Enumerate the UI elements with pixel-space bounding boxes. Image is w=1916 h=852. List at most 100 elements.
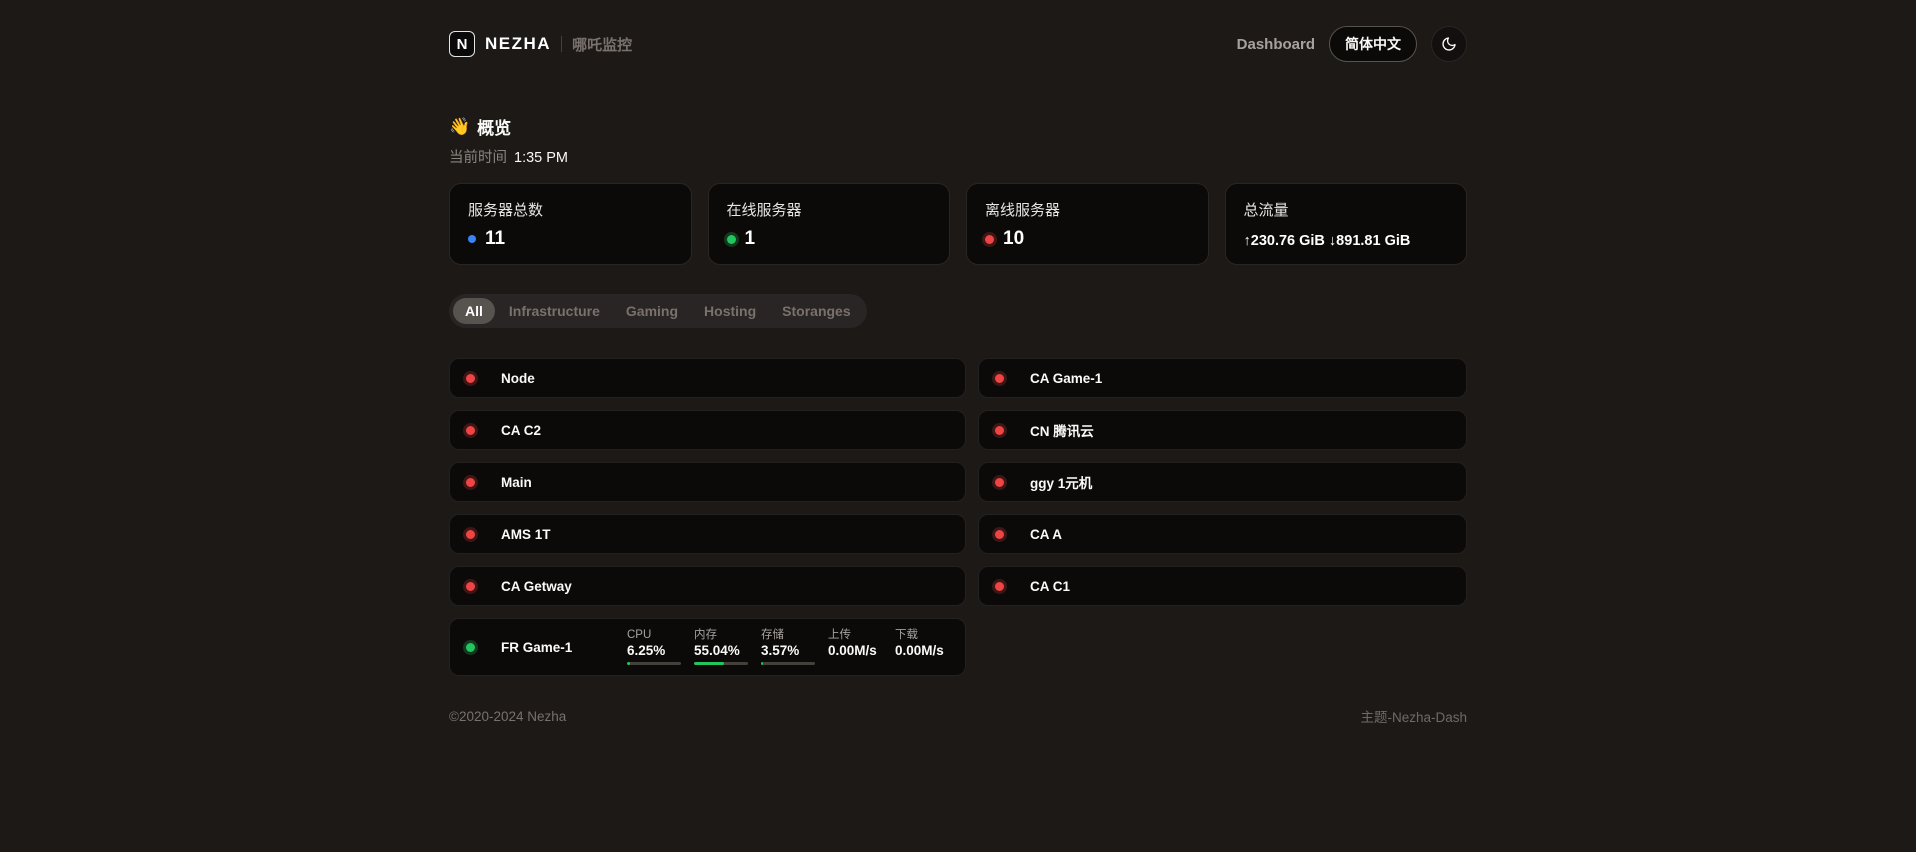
server-metrics: CPU6.25%内存55.04%存储3.57%上传0.00M/s下载0.00M/… (627, 629, 949, 666)
server-row[interactable]: CA A (978, 514, 1467, 554)
progress-bar-fill (761, 662, 763, 665)
tab-gaming[interactable]: Gaming (614, 298, 690, 324)
current-time-label: 当前时间 (449, 146, 507, 167)
stat-card-value: 11 (485, 228, 505, 250)
server-row[interactable]: CA Game-1 (978, 358, 1467, 398)
stat-card-value-row: 10 (985, 228, 1190, 250)
offline-status-dot (466, 582, 475, 591)
metric-cell: 上传0.00M/s (828, 629, 882, 659)
server-name: CN 腾讯云 (1030, 420, 1156, 440)
server-name: Main (501, 475, 627, 490)
stat-card-value-row: ↑230.76 GiB ↓891.81 GiB (1244, 233, 1449, 249)
metric-label: 下载 (895, 629, 949, 643)
logo-subtitle: 哪吒监控 (572, 34, 632, 55)
tab-all[interactable]: All (453, 298, 495, 324)
server-name: ggy 1元机 (1030, 472, 1156, 492)
server-row[interactable]: AMS 1T (449, 514, 966, 554)
tab-storanges[interactable]: Storanges (770, 298, 862, 324)
offline-status-dot (995, 582, 1004, 591)
stat-card-label: 服务器总数 (468, 199, 673, 220)
server-name: CA Game-1 (1030, 371, 1156, 386)
footer: ©2020-2024 Nezha 主题-Nezha-Dash (449, 706, 1467, 726)
stat-card-2: 离线服务器 10 (966, 183, 1209, 265)
theme-toggle-button[interactable] (1431, 26, 1467, 62)
stat-card-0: 服务器总数 11 (449, 183, 692, 265)
page-title-text: 概览 (477, 114, 511, 139)
server-row[interactable]: FR Game-1CPU6.25%内存55.04%存储3.57%上传0.00M/… (449, 618, 966, 676)
server-name: Node (501, 371, 627, 386)
stat-card-value: 1 (745, 228, 756, 250)
red-status-dot (985, 235, 994, 244)
stat-card-1: 在线服务器 1 (708, 183, 951, 265)
page-container: N NEZHA 哪吒监控 Dashboard 简体中文 👋 概览 当前时间 (449, 0, 1467, 726)
metric-cell: 存储3.57% (761, 629, 815, 666)
metric-label: 上传 (828, 629, 882, 643)
green-status-dot (727, 235, 736, 244)
server-name: AMS 1T (501, 527, 627, 542)
progress-bar (627, 662, 681, 665)
moon-icon (1441, 36, 1457, 52)
metric-value: 6.25% (627, 643, 681, 658)
server-row[interactable]: ggy 1元机 (978, 462, 1467, 502)
stats-grid: 服务器总数 11 在线服务器 1 离线服务器 10 总流量 ↑230.76 GiB ↓891.… (449, 183, 1467, 265)
stat-card-label: 离线服务器 (985, 199, 1190, 220)
stat-card-label: 总流量 (1244, 199, 1449, 220)
tab-infrastructure[interactable]: Infrastructure (497, 298, 612, 324)
offline-status-dot (995, 426, 1004, 435)
current-time: 当前时间 1:35 PM (449, 146, 1467, 167)
progress-bar-fill (627, 662, 630, 665)
offline-status-dot (995, 374, 1004, 383)
metric-label: 内存 (694, 629, 748, 643)
theme-credit-link[interactable]: 主题-Nezha-Dash (1360, 706, 1467, 726)
server-row[interactable]: CN 腾讯云 (978, 410, 1467, 450)
server-filter-tabs: AllInfrastructureGamingHostingStoranges (449, 294, 867, 328)
server-name: CA C1 (1030, 579, 1156, 594)
server-row[interactable]: CA C2 (449, 410, 966, 450)
offline-status-dot (466, 426, 475, 435)
server-row[interactable]: CA C1 (978, 566, 1467, 606)
brand[interactable]: N NEZHA 哪吒监控 (449, 31, 632, 57)
nav-dashboard-link[interactable]: Dashboard (1237, 36, 1315, 53)
metric-label: CPU (627, 629, 681, 643)
server-name: FR Game-1 (501, 640, 627, 655)
blue-status-dot (468, 235, 476, 243)
current-time-value: 1:35 PM (514, 150, 568, 166)
server-name: CA A (1030, 527, 1156, 542)
metric-value: 0.00M/s (895, 643, 949, 658)
metric-cell: 内存55.04% (694, 629, 748, 666)
stat-card-value-row: 11 (468, 228, 673, 250)
metric-value: 55.04% (694, 643, 748, 658)
header-right: Dashboard 简体中文 (1237, 26, 1467, 62)
stat-card-value-row: 1 (727, 228, 932, 250)
stat-card-value: 10 (1003, 228, 1024, 250)
page-title: 👋 概览 (449, 114, 1467, 139)
offline-status-dot (466, 530, 475, 539)
metric-value: 0.00M/s (828, 643, 882, 658)
progress-bar (761, 662, 815, 665)
metric-cell: 下载0.00M/s (895, 629, 949, 659)
server-row[interactable]: Node (449, 358, 966, 398)
brand-divider (561, 36, 562, 52)
nezha-logo-icon: N (449, 31, 475, 57)
overview-section: 👋 概览 当前时间 1:35 PM (449, 114, 1467, 167)
offline-status-dot (995, 530, 1004, 539)
offline-status-dot (466, 374, 475, 383)
stat-card-label: 在线服务器 (727, 199, 932, 220)
progress-bar-fill (694, 662, 724, 665)
server-row[interactable]: Main (449, 462, 966, 502)
metric-label: 存储 (761, 629, 815, 643)
server-grid: Node CA Game-1 CA C2 CN 腾讯云 Main ggy 1元机 AMS 1… (449, 358, 1467, 676)
stat-card-3: 总流量 ↑230.76 GiB ↓891.81 GiB (1225, 183, 1468, 265)
tab-hosting[interactable]: Hosting (692, 298, 768, 324)
server-row[interactable]: CA Getway (449, 566, 966, 606)
metric-cell: CPU6.25% (627, 629, 681, 666)
header: N NEZHA 哪吒监控 Dashboard 简体中文 (449, 0, 1467, 62)
offline-status-dot (466, 478, 475, 487)
online-status-dot (466, 643, 475, 652)
server-name: CA C2 (501, 423, 627, 438)
language-button[interactable]: 简体中文 (1329, 26, 1417, 62)
stat-card-value: ↑230.76 GiB ↓891.81 GiB (1244, 233, 1411, 249)
offline-status-dot (995, 478, 1004, 487)
progress-bar (694, 662, 748, 665)
logo-text: NEZHA (485, 34, 551, 54)
